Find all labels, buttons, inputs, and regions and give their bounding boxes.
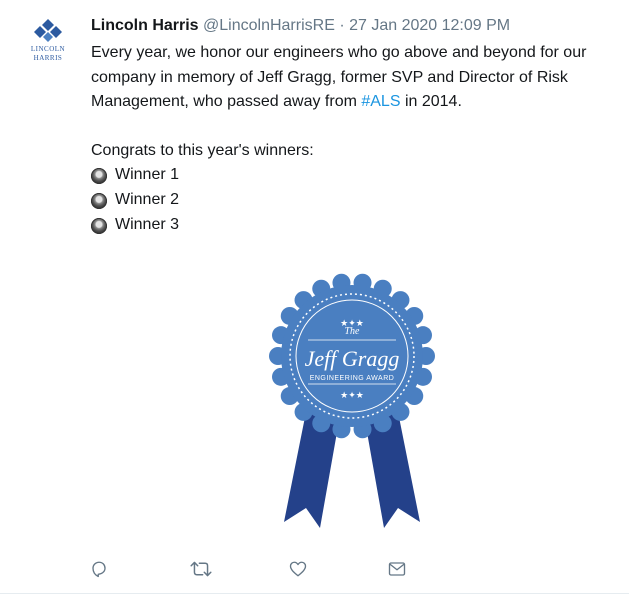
- award-badge-image[interactable]: ★✦★ The Jeff Gragg ENGINEERING AWARD ★✦★: [268, 272, 436, 532]
- tweet-body: Every year, we honor our engineers who g…: [91, 41, 611, 238]
- logo-text-line2: HARRIS: [33, 54, 63, 62]
- badge-the: The: [345, 326, 361, 337]
- radio-button-icon: [91, 217, 107, 234]
- reply-button[interactable]: [88, 558, 110, 580]
- lincoln-harris-logo-icon: [34, 19, 62, 42]
- reply-icon: [92, 561, 106, 578]
- logo-text-line1: LINCOLN: [30, 45, 66, 53]
- hashtag-link[interactable]: #ALS: [361, 93, 400, 110]
- rosette: ★✦★ The Jeff Gragg ENGINEERING AWARD ★✦★: [269, 273, 435, 439]
- tweet-text-part1: Every year, we honor our engineers who g…: [91, 44, 587, 110]
- tweet-text: Every year, we honor our engineers who g…: [91, 41, 611, 115]
- winner-item: Winner 1: [91, 163, 611, 188]
- like-button[interactable]: [287, 558, 309, 580]
- badge-stars-bottom: ★✦★: [340, 391, 364, 401]
- retweet-icon: [190, 561, 212, 577]
- winner-item: Winner 3: [91, 213, 611, 238]
- winner-label: Winner 1: [115, 166, 180, 184]
- heart-icon: [289, 561, 307, 577]
- tweet: LINCOLN HARRIS Lincoln Harris @LincolnHa…: [0, 0, 629, 594]
- timestamp[interactable]: 27 Jan 2020 12:09 PM: [349, 17, 510, 34]
- radio-button-icon: [91, 167, 107, 184]
- badge-subtitle: ENGINEERING AWARD: [310, 375, 395, 382]
- winner-label: Winner 2: [115, 191, 180, 209]
- winner-label: Winner 3: [115, 216, 180, 234]
- author-handle[interactable]: @LincolnHarrisRE: [203, 17, 335, 34]
- separator-dot: ·: [339, 17, 345, 34]
- avatar[interactable]: LINCOLN HARRIS: [24, 18, 72, 70]
- badge-name: Jeff Gragg: [305, 346, 400, 371]
- radio-button-icon: [91, 192, 107, 209]
- winner-item: Winner 2: [91, 188, 611, 213]
- direct-message-button[interactable]: [386, 558, 408, 580]
- tweet-header: Lincoln Harris @LincolnHarrisRE · 27 Jan…: [91, 15, 510, 37]
- tweet-actions: [0, 558, 629, 582]
- congrats-text: Congrats to this year's winners:: [91, 141, 314, 159]
- envelope-icon: [388, 562, 406, 576]
- author-name[interactable]: Lincoln Harris: [91, 17, 199, 34]
- retweet-button[interactable]: [190, 558, 212, 580]
- tweet-text-part2: in 2014.: [400, 93, 462, 110]
